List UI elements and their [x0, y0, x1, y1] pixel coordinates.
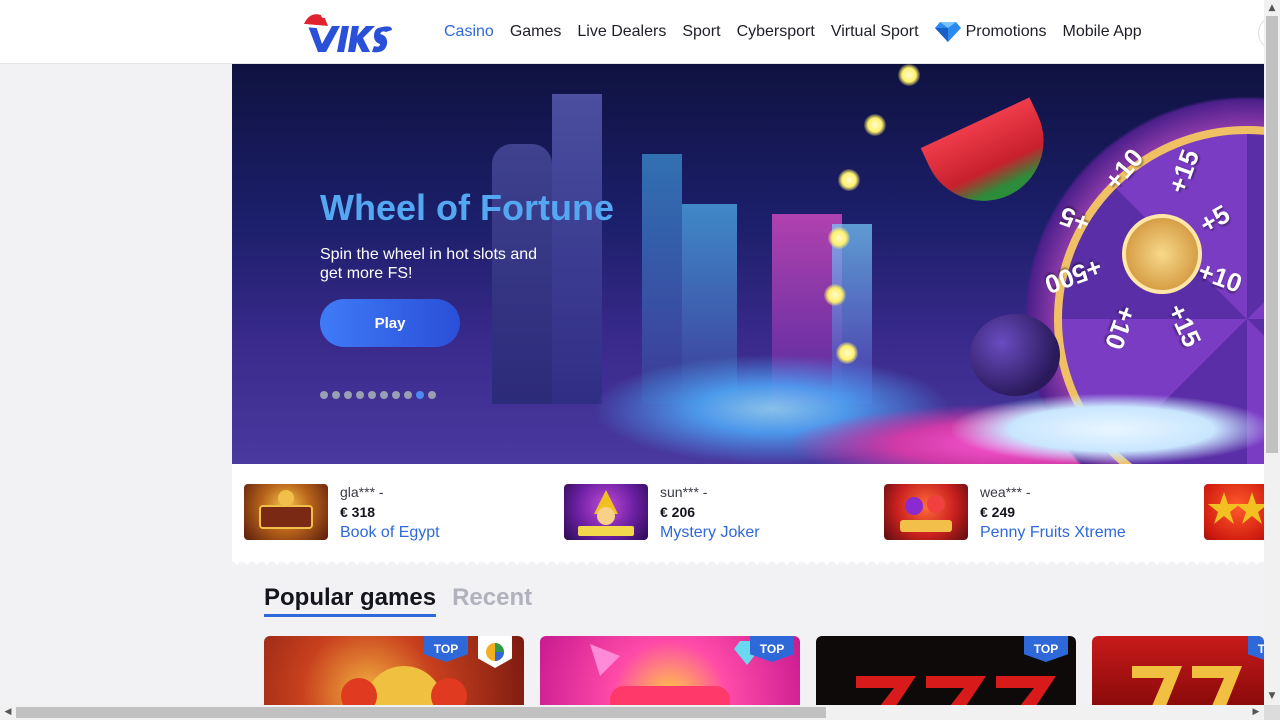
- top-header: Casino Games Live Dealers Sport Cyberspo…: [0, 0, 1280, 64]
- nav-games[interactable]: Games: [510, 23, 562, 41]
- tab-popular-games[interactable]: Popular games: [264, 584, 437, 617]
- slide-dot[interactable]: [392, 391, 400, 399]
- nav-promotions-label: Promotions: [965, 23, 1047, 40]
- game-thumbnail[interactable]: [564, 484, 648, 540]
- winner-item[interactable]: sun*** - € 206 Mystery Joker: [564, 484, 760, 544]
- scroll-right-arrow-icon[interactable]: ▶: [1248, 704, 1264, 720]
- game-thumbnail[interactable]: [884, 484, 968, 540]
- slider-dots: [320, 391, 436, 399]
- game-thumbnail[interactable]: [244, 484, 328, 540]
- winner-game-link[interactable]: Mystery Joker: [660, 524, 760, 542]
- nav-promotions[interactable]: Promotions: [934, 22, 1047, 42]
- light-bulb-icon: [838, 169, 860, 191]
- game-card[interactable]: TOP: [540, 636, 800, 706]
- slide-dot[interactable]: [380, 391, 388, 399]
- recent-winners-strip: gla*** - € 318 Book of Egypt sun*** - € …: [232, 464, 1264, 562]
- slide-dot[interactable]: [344, 391, 352, 399]
- winner-item[interactable]: [1204, 484, 1264, 544]
- provider-logo-icon: [486, 643, 504, 661]
- winner-game-link[interactable]: Penny Fruits Xtreme: [980, 524, 1126, 542]
- winner-amount: € 206: [660, 504, 696, 520]
- hot-stars-icon: [1208, 492, 1264, 524]
- winner-item[interactable]: wea*** - € 249 Penny Fruits Xtreme: [884, 484, 1126, 544]
- slide-dot-active[interactable]: [416, 391, 424, 399]
- zigzag-divider: [232, 560, 1264, 570]
- banner-title: Wheel of Fortune: [320, 187, 614, 228]
- slide-dot[interactable]: [428, 391, 436, 399]
- left-sidebar: [0, 65, 232, 705]
- horizontal-scrollbar-thumb[interactable]: [16, 707, 826, 718]
- scroll-up-arrow-icon[interactable]: ▲: [1264, 0, 1280, 16]
- light-bulb-icon: [898, 64, 920, 86]
- winner-item[interactable]: gla*** - € 318 Book of Egypt: [244, 484, 440, 544]
- play-button[interactable]: Play: [320, 299, 460, 347]
- nav-sport[interactable]: Sport: [682, 23, 720, 41]
- wheel-spin-icon: [1122, 214, 1202, 294]
- light-bulb-icon: [864, 114, 886, 136]
- nav-casino[interactable]: Casino: [444, 23, 494, 41]
- scroll-down-arrow-icon[interactable]: ▼: [1264, 688, 1280, 704]
- diamond-icon: [934, 22, 961, 42]
- nav-mobile-app[interactable]: Mobile App: [1063, 23, 1142, 41]
- winner-username: wea*** -: [980, 484, 1031, 500]
- vertical-scrollbar-thumb[interactable]: [1266, 16, 1278, 453]
- light-bulb-icon: [828, 227, 850, 249]
- game-card[interactable]: TOP: [816, 636, 1076, 706]
- banner-subtitle: Spin the wheel in hot slots and get more…: [320, 246, 538, 282]
- tab-recent[interactable]: Recent: [452, 584, 532, 617]
- game-card[interactable]: TOP: [264, 636, 524, 706]
- game-thumbnail[interactable]: [1204, 484, 1264, 540]
- slide-dot[interactable]: [332, 391, 340, 399]
- penny-fruits-icon: [900, 495, 952, 532]
- viks-logo-icon: [304, 12, 392, 53]
- nav-virtual-sport[interactable]: Virtual Sport: [831, 23, 919, 41]
- slide-dot[interactable]: [368, 391, 376, 399]
- brand-logo[interactable]: [302, 12, 394, 54]
- winner-game-link[interactable]: Book of Egypt: [340, 524, 440, 542]
- winner-username: sun*** -: [660, 484, 708, 500]
- winner-amount: € 318: [340, 504, 376, 520]
- hot-sevens-game-art: [1132, 666, 1242, 706]
- slide-dot[interactable]: [356, 391, 364, 399]
- nav-live-dealers[interactable]: Live Dealers: [577, 23, 666, 41]
- games-tabs: Popular games Recent: [264, 584, 532, 617]
- winner-username: gla*** -: [340, 484, 384, 500]
- main-nav: Casino Games Live Dealers Sport Cyberspo…: [444, 0, 1158, 64]
- game-card[interactable]: TOP: [1092, 636, 1264, 706]
- promo-banner: +10 +15 +5 +10 +15 +10 +500 +5 Wheel of …: [232, 64, 1264, 464]
- book-of-egypt-icon: [259, 490, 313, 529]
- light-bulb-icon: [836, 342, 858, 364]
- scroll-left-arrow-icon[interactable]: ◀: [0, 704, 16, 720]
- slide-dot[interactable]: [404, 391, 412, 399]
- plum-icon: [970, 314, 1060, 396]
- nav-cybersport[interactable]: Cybersport: [737, 23, 815, 41]
- scrollbar-corner: [1264, 705, 1280, 720]
- mystery-joker-icon: [578, 490, 634, 536]
- snow-pile: [952, 394, 1264, 464]
- light-bulb-icon: [824, 284, 846, 306]
- slide-dot[interactable]: [320, 391, 328, 399]
- winner-amount: € 249: [980, 504, 1016, 520]
